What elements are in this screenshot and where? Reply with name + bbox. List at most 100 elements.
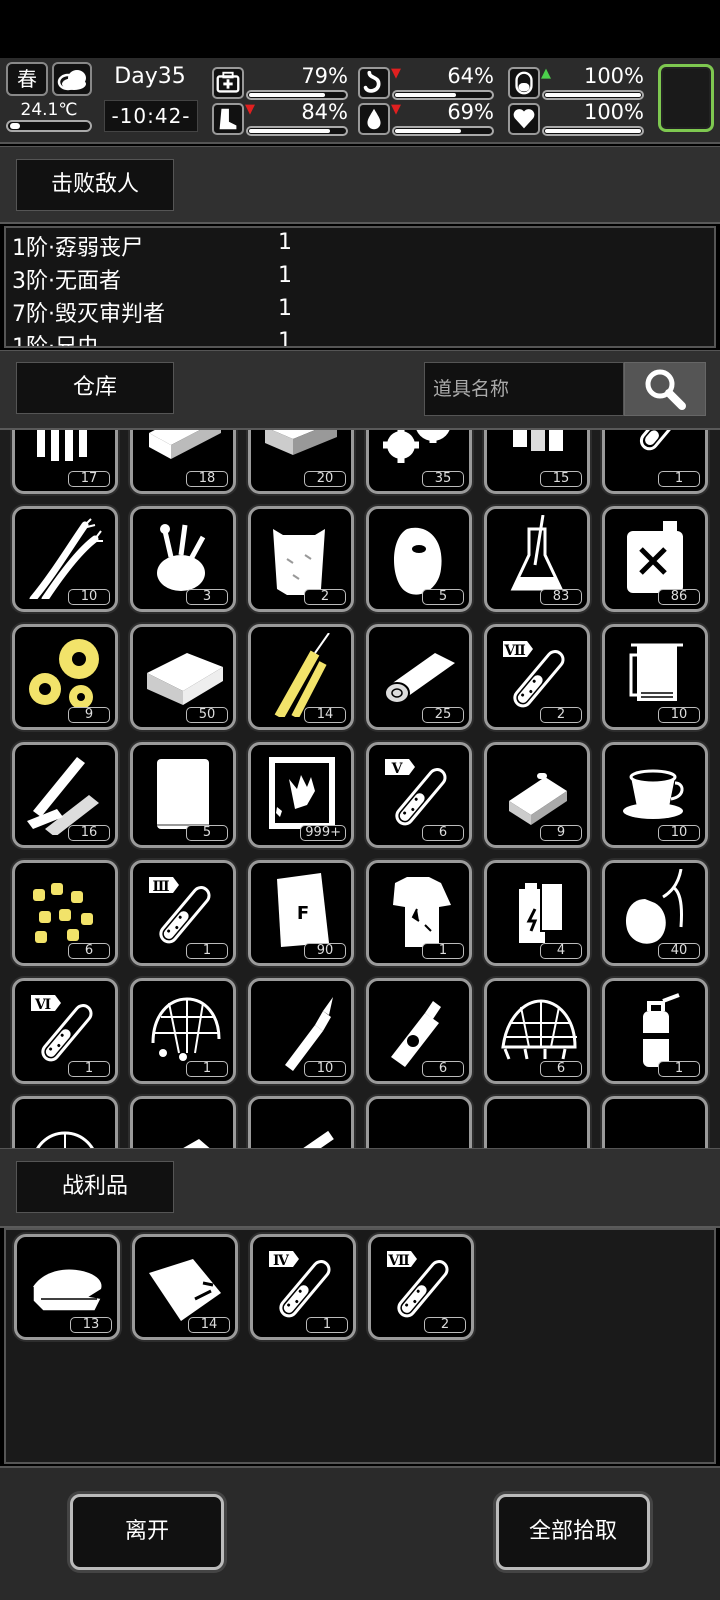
loot-header: 战利品 [0,1148,720,1228]
item-slot[interactable]: 1 [602,978,708,1084]
stat-value: 84% [301,100,348,124]
item-slot[interactable]: 17 [12,430,118,494]
item-slot[interactable]: 6 [484,978,590,1084]
item-slot[interactable]: 999+ [248,742,354,848]
defeated-enemy-list[interactable]: 1阶·孬弱丧尸 1 3阶·无面者 1 7阶·毁灭审判者 1 1阶·兄虫 1 [4,226,716,348]
loot-grid[interactable]: 13 14 Ⅳ 1 Ⅶ 2 [4,1228,716,1464]
item-quantity: 14 [188,1317,230,1333]
flask-icon [510,515,564,591]
item-slot[interactable]: Ⅶ2 [484,624,590,730]
item-quantity: 6 [422,825,464,841]
stat-water-drop: ▼ 69% [358,100,498,136]
stat-heart: 100% [508,100,648,136]
item-quantity: 20 [304,471,346,487]
item-slot[interactable]: 9 [484,742,590,848]
item-slot[interactable]: 10 [602,624,708,730]
gold-gears-icon [29,639,99,709]
item-slot[interactable]: Ⅳ1 [250,1234,356,1340]
item-slot[interactable]: 16 [12,742,118,848]
water-drop-icon [358,103,390,135]
item-slot[interactable] [484,1096,590,1148]
item-slot[interactable]: 5 [130,742,236,848]
season-indicator: 春 [6,62,48,96]
item-slot[interactable]: 1 [366,860,472,966]
item-slot[interactable]: 6 [366,978,472,1084]
search-input[interactable] [424,362,624,416]
clock: -10:42- [104,100,198,132]
season-label: 春 [17,67,37,91]
search-button[interactable] [624,362,706,416]
item-slot[interactable]: 6 [12,860,118,966]
storage-grid[interactable]: 17 18 20 35 15 1 10 3 2 5 83 86 9 50 14 25 Ⅶ 2 10 16 5 999+ Ⅴ 6… [0,430,720,1148]
item-slot[interactable]: 15 [484,430,590,494]
item-slot[interactable]: Ⅵ1 [12,978,118,1084]
storage-header: 仓库 [0,350,720,430]
wires-icon [29,518,103,599]
day-counter: Day35 [114,64,186,89]
item-slot[interactable]: Ⅶ2 [368,1234,474,1340]
item-slot[interactable]: 86 [602,506,708,612]
item-quantity: 5 [186,825,228,841]
pickup-all-button[interactable]: 全部拾取 [496,1494,650,1570]
enemy-count: 1 [278,329,292,348]
item-slot[interactable] [602,1096,708,1148]
item-quantity: 10 [304,1061,346,1077]
item-slot[interactable]: 25 [366,624,472,730]
item-slot[interactable]: 10 [602,742,708,848]
tab-storage[interactable]: 仓库 [16,362,174,414]
item-slot[interactable]: 9 [12,624,118,730]
enemy-row: 1阶·孬弱丧尸 1 [12,230,702,263]
tab-loot[interactable]: 战利品 [16,1161,174,1213]
item-slot[interactable]: 1 [602,430,708,494]
item-quantity: 10 [658,707,700,723]
knife-icon [495,1105,579,1148]
meat-chunk-icon [149,1259,221,1321]
item-slot[interactable]: 14 [248,624,354,730]
potion-iii-icon: Ⅲ [149,877,211,944]
item-slot[interactable] [12,1096,118,1148]
item-slot[interactable] [248,1096,354,1148]
boot-icon [212,103,244,135]
stat-value: 100% [583,64,644,88]
stat-bar [246,126,348,136]
item-slot[interactable] [366,1096,472,1148]
item-quantity: 5 [422,589,464,605]
item-slot[interactable]: 10 [12,506,118,612]
item-slot[interactable]: 13 [14,1234,120,1340]
item-slot[interactable]: 2 [248,506,354,612]
item-slot[interactable]: Ⅲ1 [130,860,236,966]
potion-vii-icon: Ⅶ [503,641,565,708]
item-slot[interactable]: 10 [248,978,354,1084]
item-quantity: 10 [658,825,700,841]
item-slot[interactable]: 3 [130,506,236,612]
item-quantity: 1 [186,943,228,959]
ring-icon [613,1105,697,1148]
tool-bag-icon [157,524,206,591]
item-slot[interactable]: F 90 [248,860,354,966]
item-slot[interactable]: 5 [366,506,472,612]
svg-text:Ⅵ: Ⅵ [34,997,51,1013]
item-quantity: 1 [658,471,700,487]
item-slot[interactable] [130,1096,236,1148]
item-slot[interactable]: 40 [602,860,708,966]
leave-button[interactable]: 离开 [70,1494,224,1570]
item-slot[interactable]: 20 [248,430,354,494]
item-slot[interactable]: Ⅴ6 [366,742,472,848]
stat-boot: ▼ 84% [212,100,352,136]
tab-defeated-enemies[interactable]: 击败敌人 [16,159,174,211]
item-quantity: 18 [186,471,228,487]
item-slot[interactable]: 4 [484,860,590,966]
spray-can-icon [391,1001,441,1067]
quick-slot[interactable] [658,64,714,132]
enemy-count: 1 [278,230,292,255]
item-quantity: 14 [304,707,346,723]
item-slot[interactable]: 35 [366,430,472,494]
boards-icon [27,757,99,835]
trap-net-icon [501,999,577,1060]
item-slot[interactable]: 18 [130,430,236,494]
item-slot[interactable]: 50 [130,624,236,730]
item-slot[interactable]: 1 [130,978,236,1084]
raw-meat-icon [394,527,442,595]
item-slot[interactable]: 14 [132,1234,238,1340]
item-slot[interactable]: 83 [484,506,590,612]
